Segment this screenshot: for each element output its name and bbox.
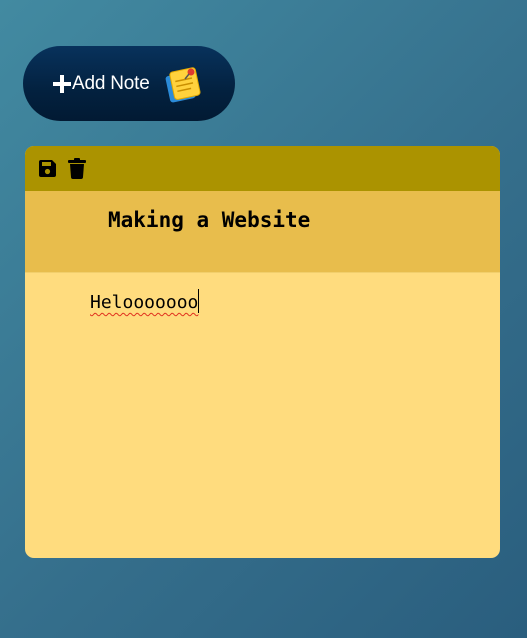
sticky-note-icon bbox=[164, 65, 202, 103]
floppy-disk-icon[interactable] bbox=[37, 158, 57, 180]
plus-icon bbox=[53, 74, 71, 93]
trash-icon[interactable] bbox=[67, 158, 87, 180]
note-card: Making a Website Helooooooo bbox=[25, 146, 500, 558]
note-toolbar bbox=[25, 146, 500, 191]
note-body-textarea[interactable]: Helooooooo bbox=[25, 273, 500, 313]
add-note-button[interactable]: Add Note bbox=[23, 46, 235, 121]
add-note-label: Add Note bbox=[72, 72, 150, 94]
note-title[interactable]: Making a Website bbox=[25, 191, 500, 273]
text-caret bbox=[198, 289, 200, 313]
note-body-text: Helooooooo bbox=[90, 292, 199, 313]
